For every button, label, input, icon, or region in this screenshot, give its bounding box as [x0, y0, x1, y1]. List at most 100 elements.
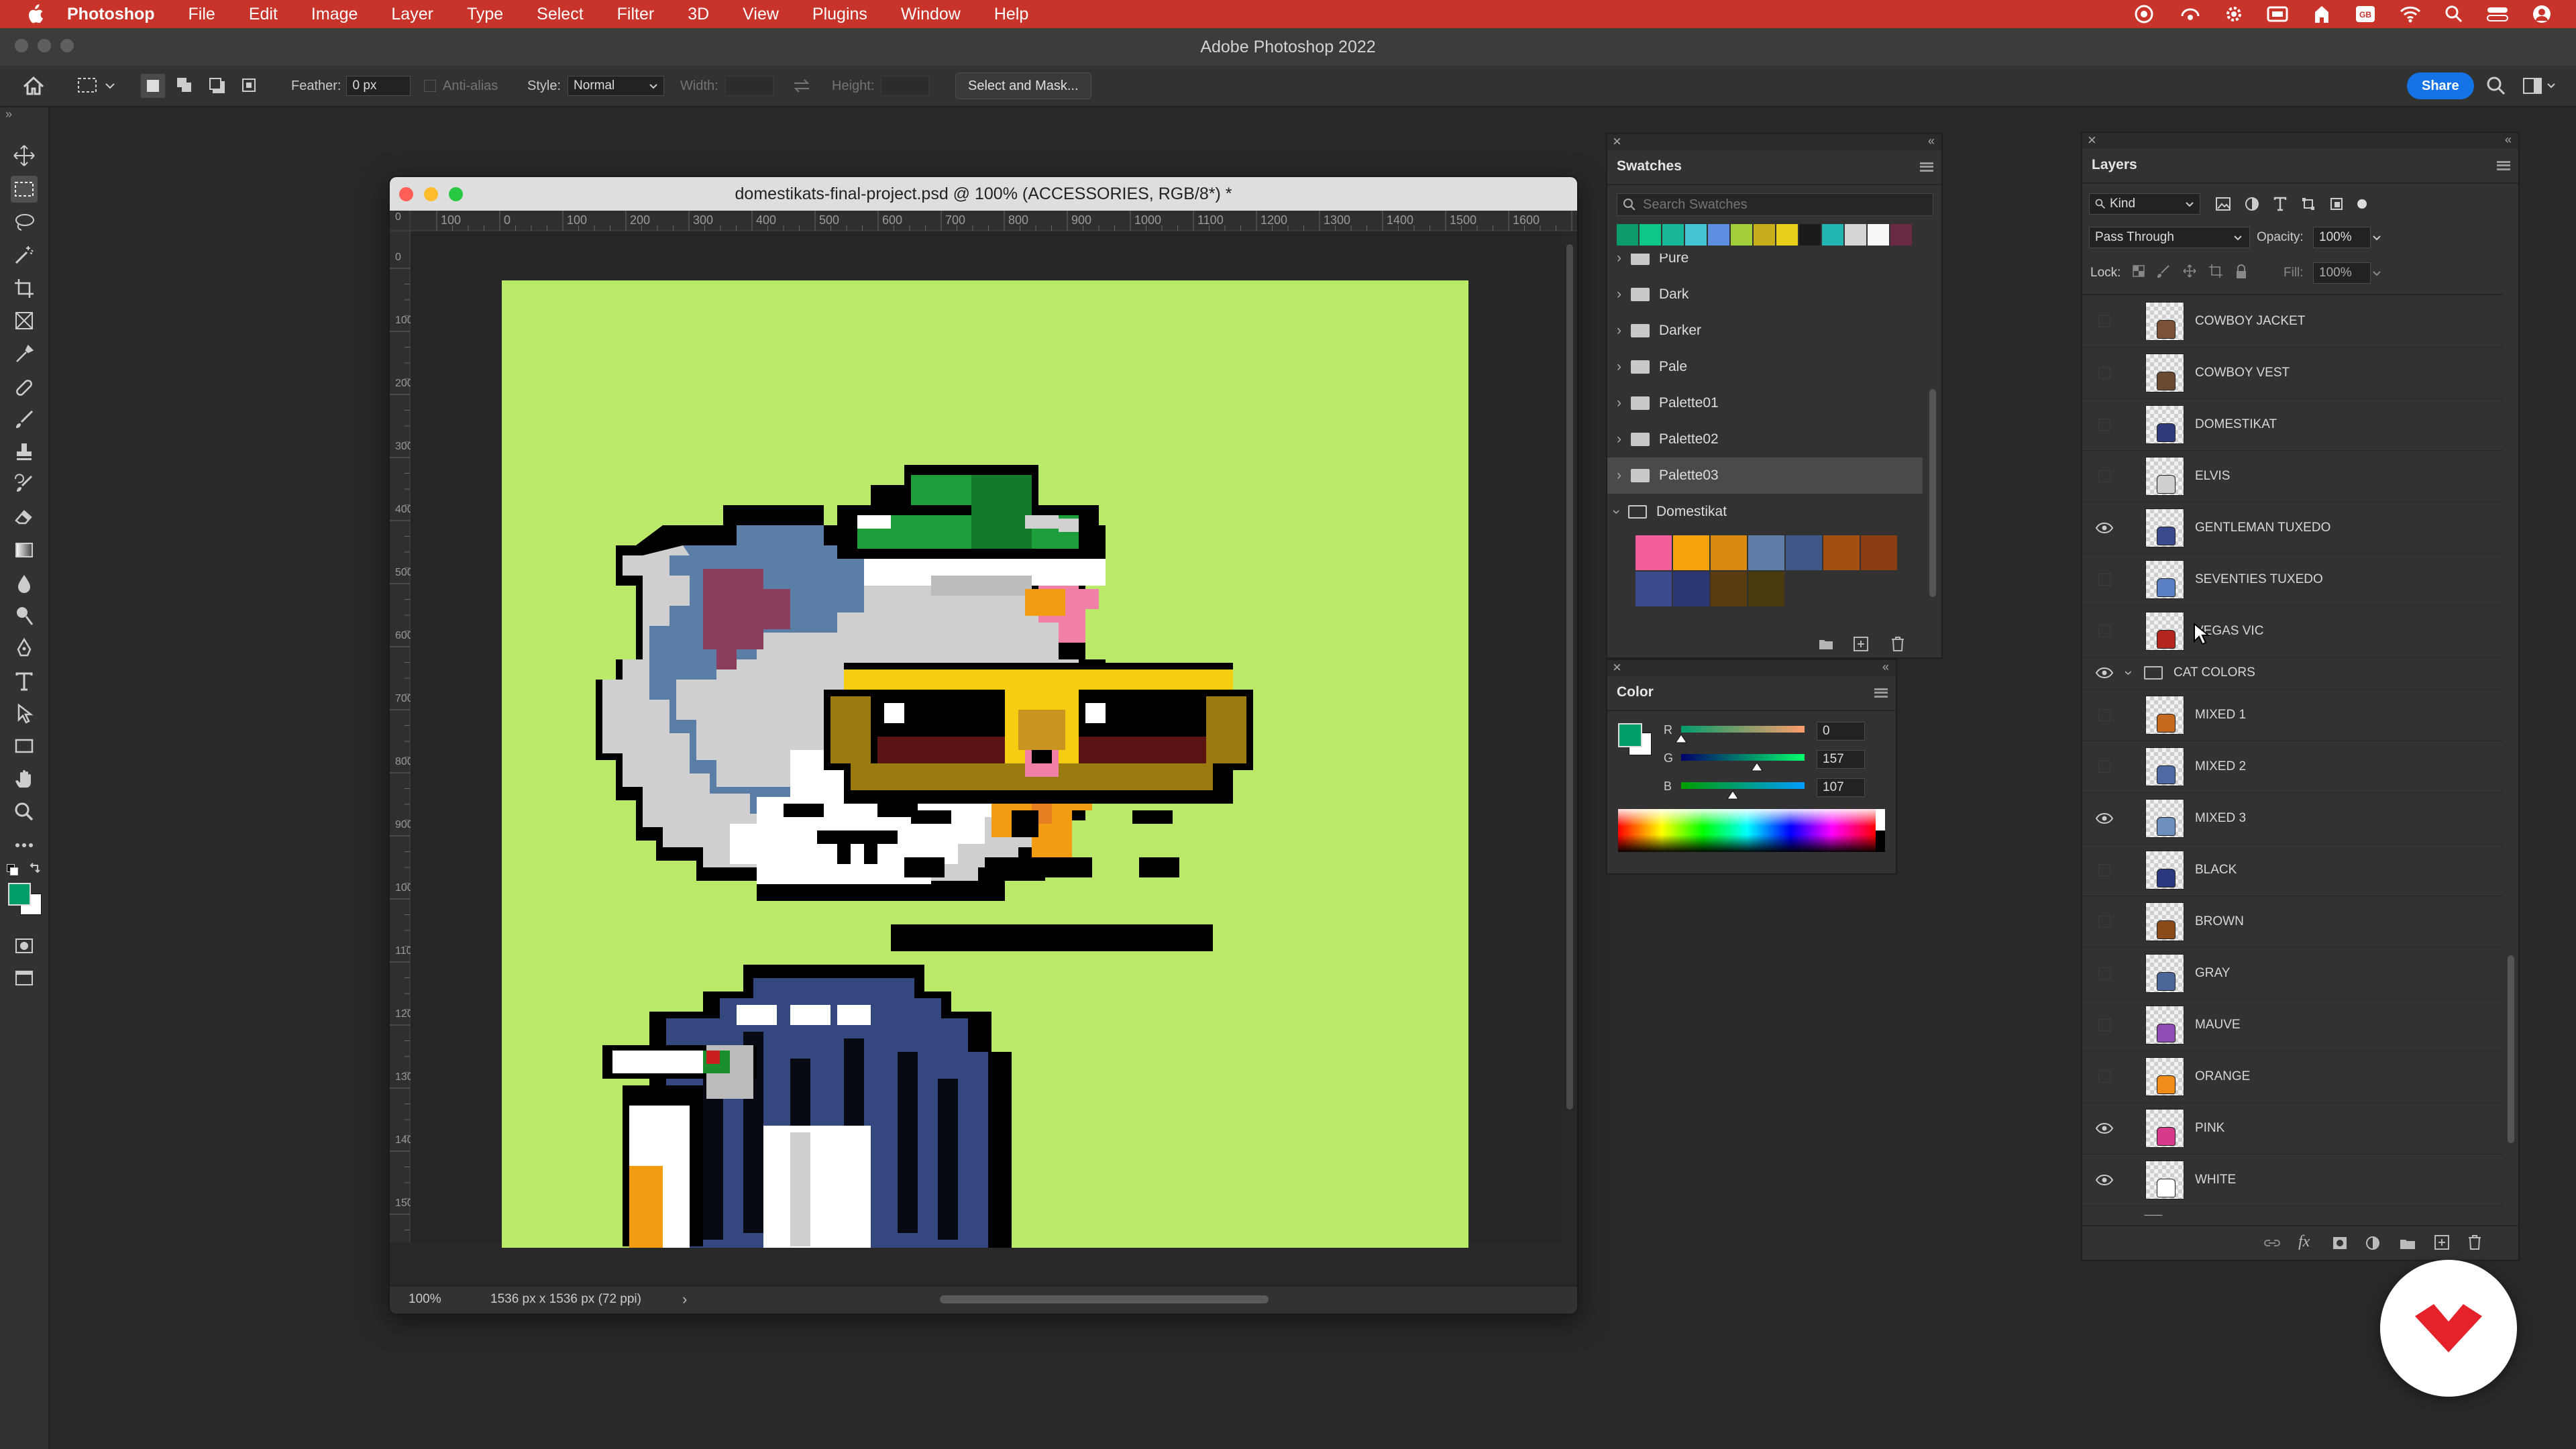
- filter-type-icon[interactable]: [2273, 197, 2288, 211]
- color-spectrum-ramp[interactable]: [1618, 809, 1876, 852]
- menu-select[interactable]: Select: [537, 5, 583, 24]
- menu-window[interactable]: Window: [901, 5, 961, 24]
- canvas-artwork[interactable]: [502, 280, 1468, 1248]
- workspace-switcher[interactable]: [2522, 66, 2556, 106]
- swatch-color[interactable]: [1748, 572, 1784, 606]
- red-slider-thumb[interactable]: [1675, 734, 1687, 743]
- layer-row[interactable]: MIXED 3: [2082, 792, 2502, 845]
- ramp-black-white-chip[interactable]: [1876, 809, 1885, 852]
- visibility-toggle[interactable]: [2094, 623, 2114, 639]
- trash-icon[interactable]: [2467, 1234, 2482, 1250]
- menu-image[interactable]: Image: [311, 5, 358, 24]
- visibility-toggle[interactable]: [2094, 965, 2114, 981]
- red-slider-track[interactable]: [1681, 726, 1805, 733]
- swatch-color[interactable]: [1861, 535, 1897, 570]
- visibility-toggle[interactable]: [2094, 520, 2114, 536]
- zoom-tool[interactable]: [11, 798, 38, 825]
- swatch-color[interactable]: [1635, 535, 1672, 570]
- swatch-color[interactable]: [1673, 572, 1709, 606]
- path-selection-tool[interactable]: [11, 700, 38, 727]
- visibility-toggle[interactable]: [2094, 1172, 2114, 1188]
- red-value-input[interactable]: 0: [1817, 722, 1865, 741]
- rectangle-tool[interactable]: [11, 733, 38, 759]
- new-adjustment-layer-icon[interactable]: [2365, 1236, 2380, 1250]
- menu-view[interactable]: View: [743, 5, 779, 24]
- visibility-toggle[interactable]: [2094, 862, 2114, 878]
- close-panel-icon[interactable]: ×: [1613, 659, 1621, 676]
- control-center-icon[interactable]: [2486, 5, 2509, 23]
- swatches-scrollbar[interactable]: [1929, 255, 1936, 604]
- vertical-scrollbar[interactable]: [1566, 244, 1573, 1110]
- layer-row[interactable]: COWBOY VEST: [2082, 347, 2502, 399]
- move-tool[interactable]: [11, 142, 38, 169]
- default-colors-button[interactable]: [7, 864, 18, 875]
- history-brush-tool[interactable]: [11, 471, 38, 498]
- swatch-color[interactable]: [1890, 224, 1912, 246]
- swatch-color[interactable]: [1685, 224, 1707, 246]
- blue-slider-thumb[interactable]: [1727, 790, 1739, 800]
- foreground-color-chip[interactable]: [1618, 723, 1642, 747]
- spotlight-search-icon[interactable]: [2445, 5, 2463, 23]
- swatches-search[interactable]: [1617, 193, 1933, 216]
- settings-gear-icon[interactable]: [2224, 5, 2243, 23]
- layer-row[interactable]: MAUVE: [2082, 999, 2502, 1051]
- height-input[interactable]: [881, 76, 930, 96]
- dodge-tool[interactable]: [11, 602, 38, 629]
- horizontal-scrollbar[interactable]: [940, 1295, 1269, 1303]
- rectangular-marquee-tool[interactable]: [11, 176, 38, 203]
- sync-icon[interactable]: [2179, 4, 2202, 24]
- foreground-color-swatch[interactable]: [8, 883, 31, 906]
- blend-mode-dropdown[interactable]: Pass Through: [2089, 227, 2250, 248]
- filter-toggle-dot[interactable]: [2357, 199, 2367, 209]
- crop-tool[interactable]: [11, 275, 38, 302]
- panel-collapse-bar[interactable]: × «: [1607, 659, 1896, 676]
- collapse-panel-icon[interactable]: «: [2505, 133, 2512, 147]
- gradient-tool[interactable]: [11, 537, 38, 564]
- layer-group-row[interactable]: ›BACKGROUNDS: [2082, 1205, 2502, 1216]
- layer-row[interactable]: SEVENTIES TUXEDO: [2082, 553, 2502, 606]
- color-tab[interactable]: Color: [1617, 684, 1654, 700]
- layer-row[interactable]: MIXED 1: [2082, 689, 2502, 741]
- swap-width-height-button[interactable]: [792, 66, 812, 106]
- visibility-toggle[interactable]: [2094, 1214, 2114, 1216]
- layers-scrollbar[interactable]: [2508, 298, 2514, 1210]
- swatch-color[interactable]: [1822, 224, 1843, 246]
- menu-edit[interactable]: Edit: [249, 5, 278, 24]
- visibility-toggle[interactable]: [2094, 759, 2114, 775]
- panel-collapse-bar[interactable]: × «: [1607, 133, 1941, 150]
- lock-image-pixels-icon[interactable]: [2157, 264, 2171, 278]
- layer-row[interactable]: WHITE: [2082, 1154, 2502, 1206]
- menu-filter[interactable]: Filter: [617, 5, 655, 24]
- layer-row[interactable]: BLACK: [2082, 844, 2502, 896]
- fill-input[interactable]: 100%: [2313, 262, 2381, 284]
- panel-menu-icon[interactable]: [1874, 688, 1888, 698]
- intersect-selection-button[interactable]: [237, 74, 262, 98]
- blue-value-input[interactable]: 107: [1817, 778, 1865, 797]
- menu-help[interactable]: Help: [994, 5, 1028, 24]
- layer-row[interactable]: PINK: [2082, 1102, 2502, 1155]
- layer-row[interactable]: COWBOY JACKET: [2082, 295, 2502, 347]
- share-button[interactable]: Share: [2407, 72, 2474, 99]
- layer-row[interactable]: GRAY: [2082, 947, 2502, 1000]
- layer-style-fx-icon[interactable]: fx: [2298, 1233, 2310, 1251]
- visibility-toggle[interactable]: [2094, 1017, 2114, 1033]
- green-value-input[interactable]: 157: [1817, 750, 1865, 769]
- green-slider-thumb[interactable]: [1751, 762, 1764, 771]
- lock-artboard-icon[interactable]: [2208, 264, 2223, 278]
- lasso-tool[interactable]: [11, 209, 38, 236]
- screen-mode-button[interactable]: [11, 965, 38, 991]
- menu-plugins[interactable]: Plugins: [812, 5, 867, 24]
- creative-cloud-icon[interactable]: [2132, 4, 2156, 24]
- magic-wand-tool[interactable]: [11, 241, 38, 268]
- swatch-color[interactable]: [1617, 224, 1638, 246]
- toolbar-collapse-icon[interactable]: »: [5, 107, 12, 121]
- menu-file[interactable]: File: [189, 5, 215, 24]
- visibility-toggle[interactable]: [2094, 707, 2114, 723]
- filter-smart-object-icon[interactable]: [2329, 197, 2344, 211]
- pen-tool[interactable]: [11, 635, 38, 661]
- opacity-input[interactable]: 100%: [2313, 227, 2381, 248]
- wifi-icon[interactable]: [2399, 5, 2422, 23]
- layer-row[interactable]: DOMESTIKAT: [2082, 398, 2502, 451]
- swatch-color[interactable]: [1731, 224, 1752, 246]
- visibility-toggle[interactable]: [2094, 365, 2114, 381]
